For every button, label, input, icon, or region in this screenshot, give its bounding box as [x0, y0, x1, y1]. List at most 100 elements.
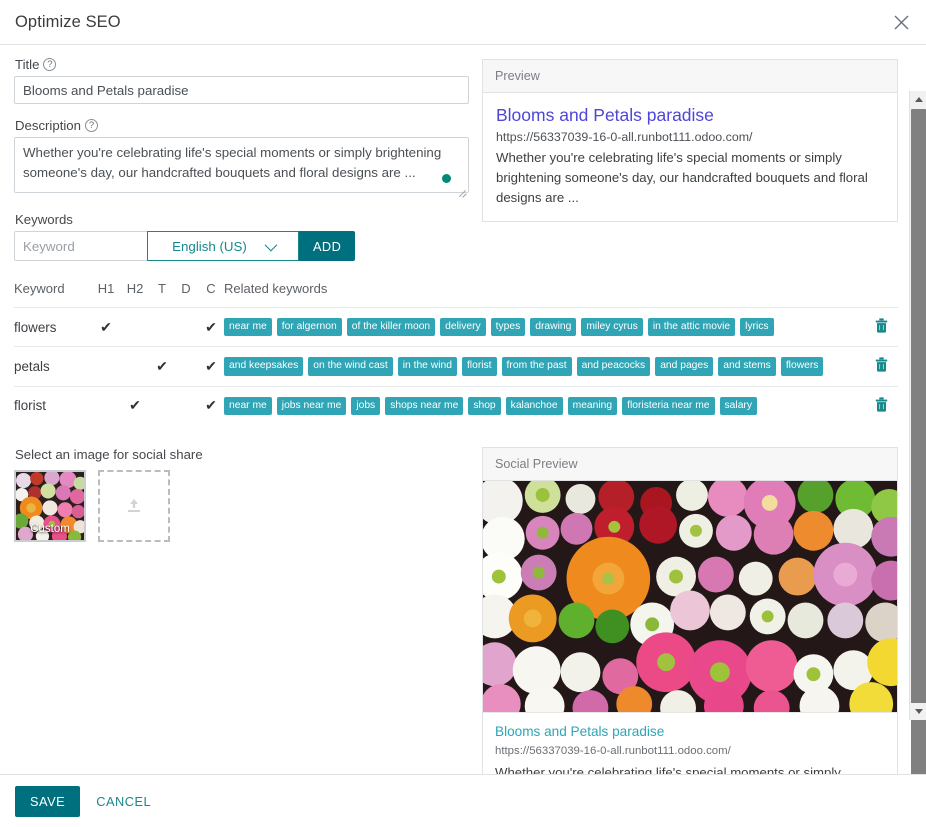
table-row: petals✔✔and keepsakeson the wind castin … — [14, 347, 898, 386]
dialog-header: Optimize SEO — [0, 0, 926, 45]
related-keyword-tag[interactable]: jobs near me — [277, 397, 347, 415]
related-keywords-cell: near me jobs near mejobs shops near me shop… — [224, 386, 864, 425]
close-glyph — [893, 14, 910, 31]
col-related: Related keywords — [224, 281, 864, 308]
check-icon: ✔ — [100, 320, 112, 334]
check-cell-d — [174, 308, 198, 347]
related-keyword-tag[interactable]: drawing — [530, 318, 576, 336]
related-keyword-tag[interactable]: delivery — [440, 318, 485, 336]
language-select-value: English (US) — [172, 239, 247, 254]
upload-image-button[interactable] — [98, 470, 170, 542]
keywords-table-body: flowers✔✔near mefor algernonof the kille… — [14, 308, 898, 425]
related-keywords-list: near me jobs near mejobs shops near me shop… — [224, 397, 864, 415]
related-keyword-tag[interactable]: and peacocks — [577, 357, 651, 375]
check-cell-d — [174, 347, 198, 386]
related-keyword-tag[interactable]: for algernon — [277, 318, 342, 336]
related-keywords-list: and keepsakes on the wind cast in the wind… — [224, 357, 864, 375]
cancel-button[interactable]: CANCEL — [90, 787, 157, 816]
help-icon[interactable]: ? — [85, 119, 98, 132]
related-keyword-tag[interactable]: meaning — [568, 397, 618, 415]
scroll-down-button[interactable] — [910, 703, 926, 720]
social-preview-header: Social Preview — [483, 448, 897, 481]
related-keyword-tag[interactable]: and pages — [655, 357, 713, 375]
related-keyword-tag[interactable]: on the wind cast — [308, 357, 392, 375]
flowers-thumbnail-image — [16, 472, 84, 540]
social-preview-title[interactable]: Blooms and Petals paradise — [495, 722, 885, 742]
keyword-cell: petals — [14, 347, 92, 386]
related-keyword-tag[interactable]: and keepsakes — [224, 357, 303, 375]
scroll-up-button[interactable] — [910, 91, 926, 108]
search-preview-header: Preview — [483, 60, 897, 93]
keyword-cell: florist — [14, 386, 92, 425]
related-keyword-tag[interactable]: shops near me — [385, 397, 463, 415]
related-keyword-tag[interactable]: in the wind — [398, 357, 457, 375]
related-keyword-tag[interactable]: shop — [468, 397, 500, 415]
related-keyword-tag[interactable]: from the past — [502, 357, 572, 375]
dialog-footer: SAVE CANCEL — [0, 774, 926, 827]
check-cell-c: ✔ — [198, 347, 224, 386]
related-keyword-tag[interactable]: florist — [462, 357, 497, 375]
check-cell-c: ✔ — [198, 386, 224, 425]
vertical-scrollbar[interactable] — [909, 91, 926, 720]
related-keyword-tag[interactable]: floristeria near me — [622, 397, 714, 415]
delete-keyword-button[interactable] — [875, 318, 888, 333]
related-keyword-tag[interactable]: and stems — [718, 357, 776, 375]
check-icon: ✔ — [129, 398, 141, 412]
keywords-label: Keywords — [15, 212, 469, 227]
check-cell-t: ✔ — [150, 347, 174, 386]
check-icon: ✔ — [205, 398, 217, 412]
check-cell-h2 — [120, 347, 150, 386]
related-keyword-tag[interactable]: near me — [224, 318, 272, 336]
related-keyword-tag[interactable]: kalanchoe — [506, 397, 563, 415]
description-field-group: Description ? — [14, 118, 469, 198]
related-keyword-tag[interactable]: lyrics — [740, 318, 773, 336]
social-preview-column: Social Preview — [469, 425, 898, 774]
keyword-add-row: English (US) ADD — [14, 231, 469, 261]
related-keyword-tag[interactable]: types — [491, 318, 526, 336]
check-cell-t — [150, 308, 174, 347]
custom-image-thumbnail[interactable]: Custom — [14, 470, 86, 542]
search-preview-body: Blooms and Petals paradise https://56337… — [483, 93, 897, 221]
page-title: Optimize SEO — [15, 13, 121, 32]
chevron-down-icon — [264, 238, 277, 251]
related-keywords-list: near me for algernon of the killer moon del… — [224, 318, 864, 336]
add-keyword-button[interactable]: ADD — [299, 231, 355, 261]
scrollbar-thumb[interactable] — [911, 109, 926, 774]
related-keyword-tag[interactable]: jobs — [351, 397, 380, 415]
related-keyword-tag[interactable]: of the killer moon — [347, 318, 435, 336]
check-cell-h1: ✔ — [92, 308, 120, 347]
delete-keyword-button[interactable] — [875, 397, 888, 412]
optimize-seo-dialog: Optimize SEO Title ? — [0, 0, 926, 827]
preview-title[interactable]: Blooms and Petals paradise — [496, 104, 884, 127]
related-keyword-tag[interactable]: in the attic movie — [648, 318, 735, 336]
related-keyword-tag[interactable]: miley cyrus — [581, 318, 643, 336]
upload-icon — [124, 496, 144, 516]
col-h2: H2 — [120, 281, 150, 308]
related-keyword-tag[interactable]: salary — [720, 397, 757, 415]
seo-form-column: Title ? Description ? — [14, 57, 469, 281]
related-keyword-tag[interactable]: flowers — [781, 357, 824, 375]
language-select[interactable]: English (US) — [147, 231, 299, 261]
description-input[interactable] — [14, 137, 469, 193]
check-cell-h1 — [92, 347, 120, 386]
help-icon[interactable]: ? — [43, 58, 56, 71]
preview-url: https://56337039-16-0-all.runbot111.odoo… — [496, 128, 884, 146]
close-icon[interactable] — [888, 9, 914, 35]
related-keyword-tag[interactable]: near me — [224, 397, 272, 415]
chevron-down-icon — [915, 709, 923, 714]
title-input[interactable] — [14, 76, 469, 104]
description-label: Description — [15, 118, 81, 133]
trash-icon — [875, 397, 888, 412]
col-h1: H1 — [92, 281, 120, 308]
title-field-group: Title ? — [14, 57, 469, 104]
delete-keyword-button[interactable] — [875, 357, 888, 372]
check-icon: ✔ — [156, 359, 168, 373]
col-keyword: Keyword — [14, 281, 92, 308]
chevron-up-icon — [915, 97, 923, 102]
check-cell-h2: ✔ — [120, 386, 150, 425]
check-icon: ✔ — [205, 320, 217, 334]
keywords-table-head: Keyword H1 H2 T D C Related keywords — [14, 281, 898, 308]
save-button[interactable]: SAVE — [15, 786, 80, 817]
keyword-input[interactable] — [14, 231, 147, 261]
col-actions — [864, 281, 898, 308]
